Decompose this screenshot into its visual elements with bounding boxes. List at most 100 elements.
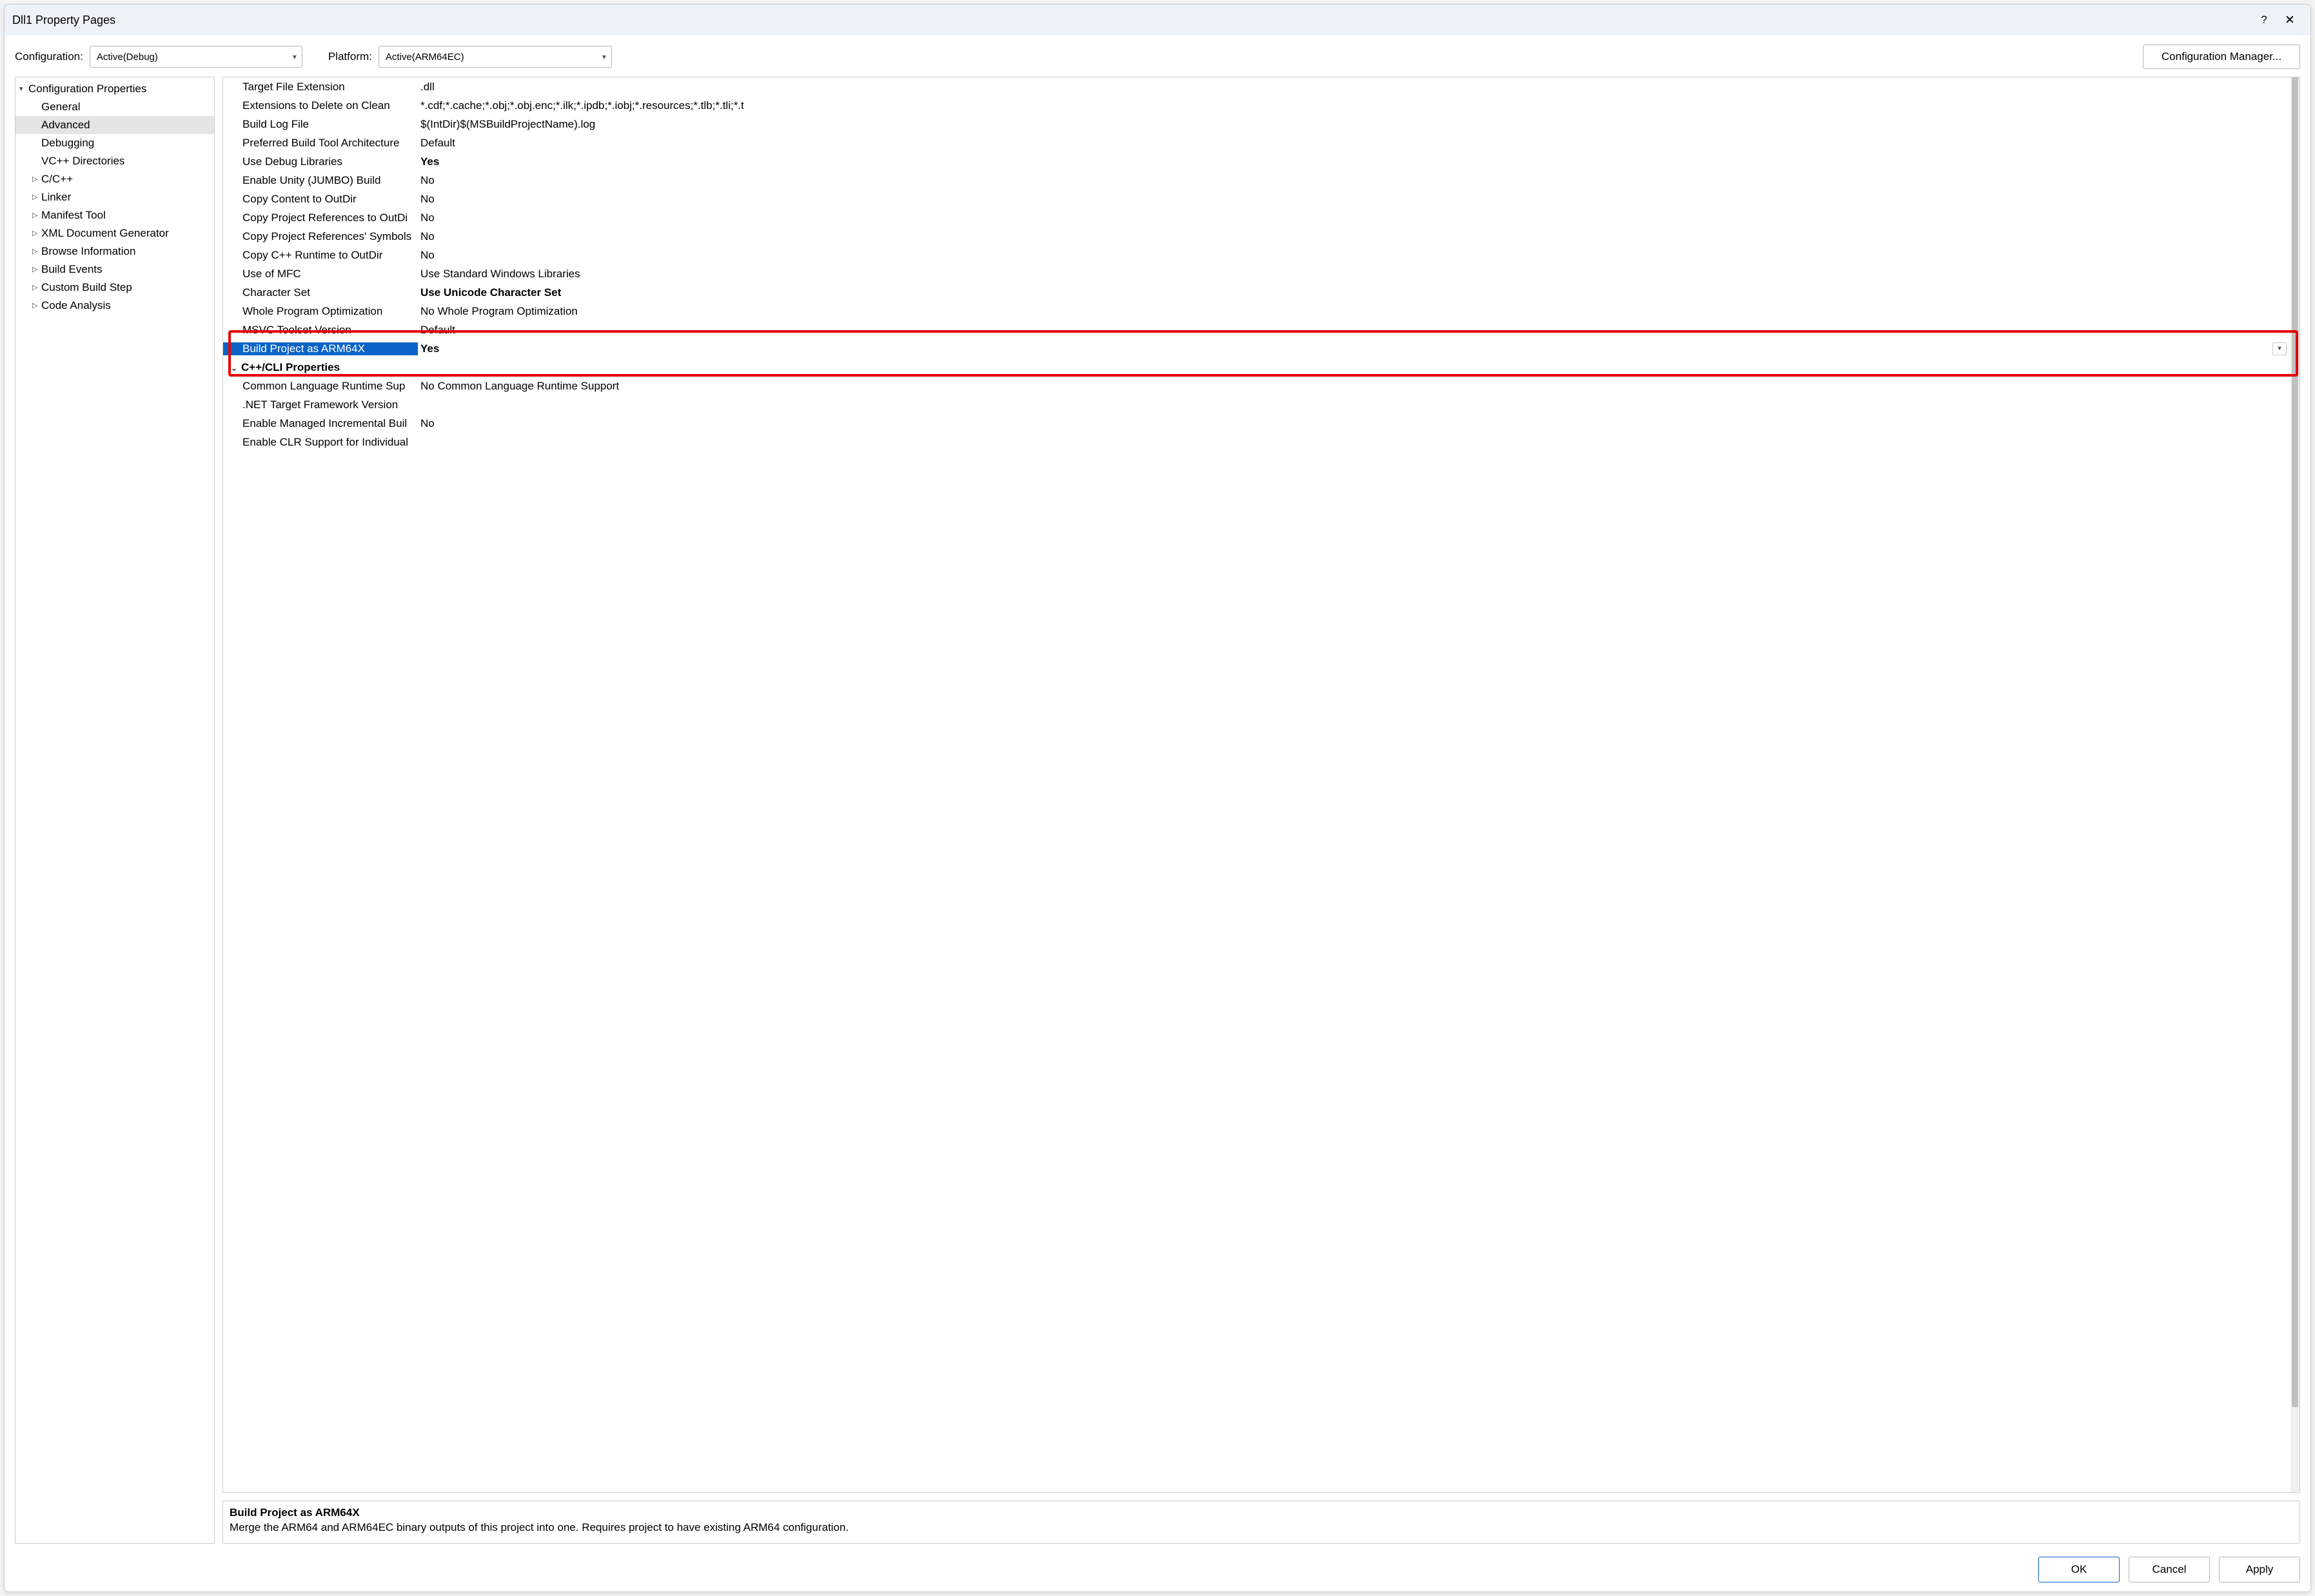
property-value[interactable]: Yes▾ (418, 342, 2290, 355)
dialog-window: Dll1 Property Pages ? ✕ Configuration: A… (4, 4, 2311, 1592)
tree-item[interactable]: General (15, 98, 214, 116)
property-value: Use Standard Windows Libraries (418, 268, 2290, 281)
property-value: No (418, 230, 2290, 243)
description-title: Build Project as ARM64X (230, 1506, 2293, 1519)
property-row[interactable]: Copy Content to OutDirNo (223, 190, 2290, 208)
expand-icon: ▷ (32, 261, 41, 279)
tree-item[interactable]: VC++ Directories (15, 152, 214, 170)
property-label: .NET Target Framework Version (223, 399, 418, 411)
property-value: No (418, 174, 2290, 187)
property-label: Build Log File (223, 118, 418, 131)
tree-item-label: Browse Information (41, 242, 135, 261)
property-row[interactable]: Target File Extension.dll (223, 77, 2290, 96)
configuration-combo[interactable]: Active(Debug) ▾ (90, 46, 302, 68)
description-body: Merge the ARM64 and ARM64EC binary outpu… (230, 1521, 2293, 1535)
property-label: Copy C++ Runtime to OutDir (223, 249, 418, 262)
chevron-down-icon: ▾ (602, 52, 606, 61)
expand-icon: ▷ (32, 224, 41, 242)
platform-combo[interactable]: Active(ARM64EC) ▾ (379, 46, 612, 68)
property-label: Use of MFC (223, 268, 418, 281)
configuration-value: Active(Debug) (97, 52, 158, 63)
property-label: Whole Program Optimization (223, 305, 418, 318)
configuration-manager-button[interactable]: Configuration Manager... (2143, 44, 2300, 69)
property-value: No Whole Program Optimization (418, 305, 2290, 318)
apply-button[interactable]: Apply (2219, 1557, 2300, 1582)
property-value: No (418, 249, 2290, 262)
property-value: Yes (418, 155, 2290, 168)
property-row[interactable]: .NET Target Framework Version (223, 395, 2290, 414)
property-row[interactable]: Copy Project References' SymbolsNo (223, 227, 2290, 246)
scrollbar-thumb[interactable] (2292, 77, 2298, 1407)
property-row[interactable]: Character SetUse Unicode Character Set (223, 283, 2290, 302)
config-row: Configuration: Active(Debug) ▾ Platform:… (5, 35, 2310, 77)
tree-item[interactable]: Debugging (15, 134, 214, 152)
property-value: No (418, 212, 2290, 224)
property-grid: Target File Extension.dllExtensions to D… (222, 77, 2300, 1493)
property-label: Copy Content to OutDir (223, 193, 418, 206)
property-row[interactable]: Copy Project References to OutDiNo (223, 208, 2290, 227)
tree-item[interactable]: ▷Linker (15, 188, 214, 206)
property-row[interactable]: Enable CLR Support for Individual (223, 433, 2290, 451)
cancel-button[interactable]: Cancel (2129, 1557, 2210, 1582)
expand-icon: ▷ (32, 188, 41, 206)
tree-item[interactable]: ▷Code Analysis (15, 297, 214, 315)
close-icon[interactable]: ✕ (2277, 13, 2303, 28)
chevron-down-icon: ▾ (293, 52, 297, 61)
property-label: Copy Project References' Symbols (223, 230, 418, 243)
tree-item-label: Code Analysis (41, 297, 111, 315)
property-row[interactable]: Build Log File$(IntDir)$(MSBuildProjectN… (223, 115, 2290, 133)
property-row[interactable]: Extensions to Delete on Clean*.cdf;*.cac… (223, 96, 2290, 115)
property-label: MSVC Toolset Version (223, 324, 418, 337)
platform-label: Platform: (328, 50, 372, 63)
expand-icon: ▷ (32, 297, 41, 315)
chevron-down-icon[interactable]: ▾ (2272, 342, 2287, 355)
expand-icon: ▷ (32, 279, 41, 297)
section-label: C++/CLI Properties (241, 361, 340, 373)
configuration-label: Configuration: (15, 50, 83, 63)
configuration-manager-label: Configuration Manager... (2162, 50, 2281, 63)
tree-item[interactable]: ▷C/C++ (15, 170, 214, 188)
help-icon[interactable]: ? (2251, 14, 2277, 26)
property-row[interactable]: MSVC Toolset VersionDefault (223, 320, 2290, 339)
titlebar: Dll1 Property Pages ? ✕ (5, 5, 2310, 35)
property-row[interactable]: Preferred Build Tool ArchitectureDefault (223, 133, 2290, 152)
tree-item[interactable]: ▷Build Events (15, 261, 214, 279)
tree-item[interactable]: ▷Browse Information (15, 242, 214, 261)
tree-item-label: Advanced (41, 116, 90, 134)
property-row[interactable]: Copy C++ Runtime to OutDirNo (223, 246, 2290, 264)
tree-item[interactable]: Advanced (15, 116, 214, 134)
property-value: Default (418, 137, 2290, 150)
ok-button[interactable]: OK (2038, 1557, 2120, 1582)
body: ▾ Configuration Properties GeneralAdvanc… (5, 77, 2310, 1552)
property-row[interactable]: Enable Unity (JUMBO) BuildNo (223, 171, 2290, 190)
property-label: Preferred Build Tool Architecture (223, 137, 418, 150)
platform-value: Active(ARM64EC) (386, 52, 464, 63)
tree-item-label: VC++ Directories (41, 152, 124, 170)
tree-item-label: Debugging (41, 134, 94, 152)
collapse-icon: ▾ (19, 80, 28, 98)
property-row[interactable]: Use Debug LibrariesYes (223, 152, 2290, 171)
property-label: Target File Extension (223, 81, 418, 94)
property-row[interactable]: Build Project as ARM64XYes▾ (223, 339, 2290, 358)
tree-item-label: Manifest Tool (41, 206, 106, 224)
scrollbar[interactable] (2290, 77, 2300, 1492)
tree-item[interactable]: ▷Custom Build Step (15, 279, 214, 297)
tree-root[interactable]: ▾ Configuration Properties (15, 80, 214, 98)
property-label: Copy Project References to OutDi (223, 212, 418, 224)
button-row: OK Cancel Apply (5, 1552, 2310, 1591)
property-row[interactable]: Common Language Runtime SupNo Common Lan… (223, 377, 2290, 395)
property-section[interactable]: ⌄C++/CLI Properties (223, 358, 2290, 377)
property-label: Extensions to Delete on Clean (223, 99, 418, 112)
property-value: *.cdf;*.cache;*.obj;*.obj.enc;*.ilk;*.ip… (418, 99, 2290, 112)
property-value: No (418, 417, 2290, 430)
tree-root-label: Configuration Properties (28, 80, 146, 98)
tree-item[interactable]: ▷Manifest Tool (15, 206, 214, 224)
tree-item-label: General (41, 98, 80, 116)
apply-label: Apply (2246, 1563, 2274, 1576)
property-row[interactable]: Use of MFCUse Standard Windows Libraries (223, 264, 2290, 283)
collapse-icon: ⌄ (231, 364, 241, 373)
property-row[interactable]: Enable Managed Incremental BuilNo (223, 414, 2290, 433)
property-row[interactable]: Whole Program OptimizationNo Whole Progr… (223, 302, 2290, 320)
tree-item[interactable]: ▷XML Document Generator (15, 224, 214, 242)
tree-item-label: XML Document Generator (41, 224, 169, 242)
